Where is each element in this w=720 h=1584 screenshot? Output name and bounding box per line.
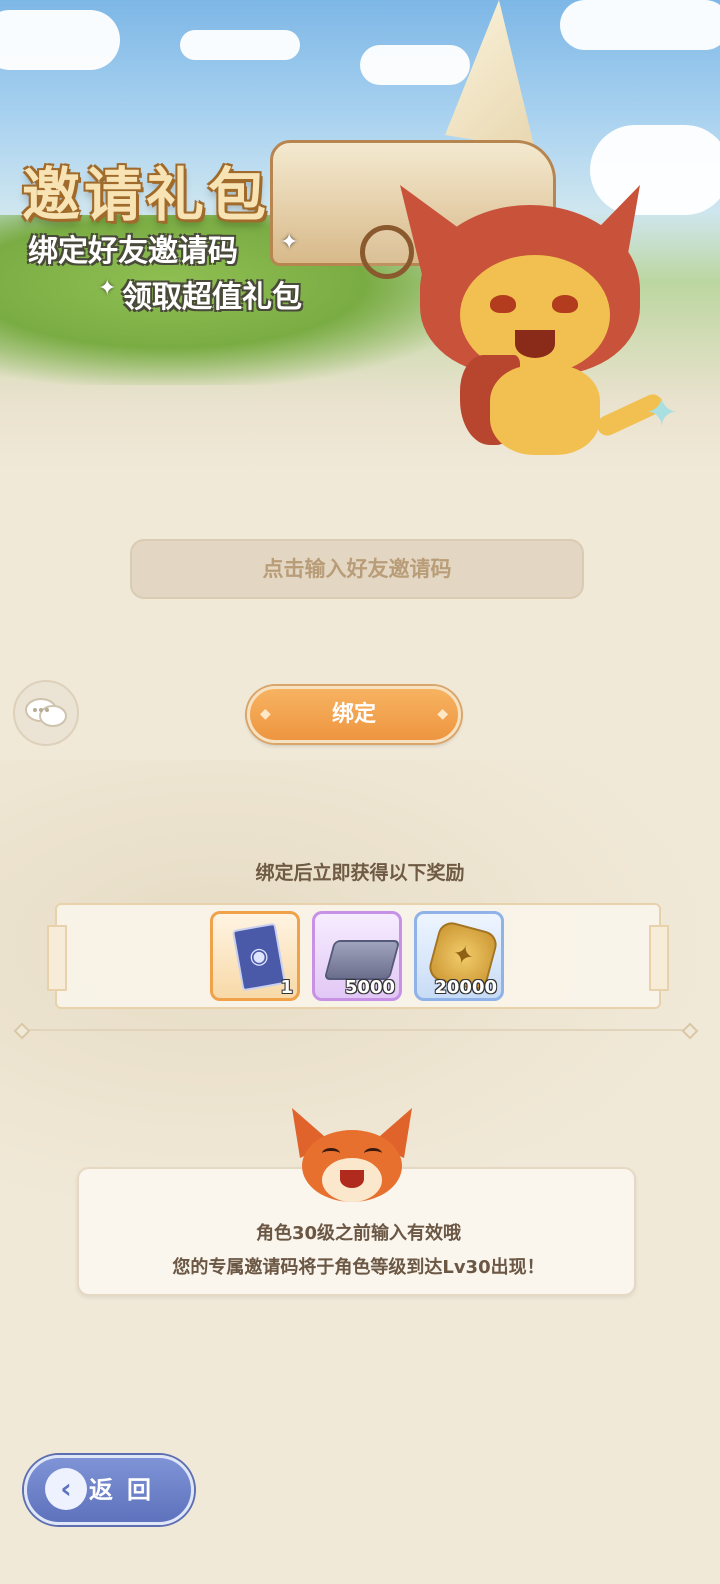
cloud (560, 0, 720, 50)
reward-item[interactable]: ◉ 1 (210, 911, 300, 1001)
subtitle-line-2: 领取超值礼包 (122, 280, 302, 315)
cloud (360, 45, 470, 85)
fox-mascot (292, 1108, 412, 1204)
cloud (0, 10, 120, 70)
fox-mouth (340, 1170, 364, 1188)
rewards-title: 绑定后立即获得以下奖励 (255, 862, 465, 884)
reward-count: 5000 (344, 977, 395, 998)
chat-button[interactable] (13, 680, 79, 746)
reward-item[interactable]: ✦ 20000 (414, 911, 504, 1001)
mascot-mouth (515, 330, 555, 358)
mascot-cat: ✦ (400, 185, 700, 470)
fox-eye (364, 1148, 382, 1159)
cloud (180, 30, 300, 60)
panel-ornament (649, 925, 669, 991)
star-icon: ✦ (645, 390, 679, 436)
reward-count: 20000 (434, 977, 497, 998)
banner: 邀请礼包 绑定好友邀请码 ✦ ✦ 领取超值礼包 ✦ (0, 0, 720, 470)
back-button-label: 返回 (89, 1476, 165, 1504)
silver-ingot-icon (323, 940, 399, 980)
fox-eye (322, 1148, 340, 1159)
page-title: 邀请礼包 (22, 161, 271, 229)
divider (20, 1029, 692, 1031)
sparkle-icon: ✦ (98, 276, 117, 301)
diamond-icon: ◆ (260, 706, 271, 722)
mascot-body (490, 365, 600, 455)
diamond-icon: ◆ (437, 706, 448, 722)
mascot-eye (490, 295, 516, 313)
back-button[interactable]: ‹ 返回 (24, 1455, 194, 1525)
reward-count: 1 (280, 977, 293, 998)
reward-item[interactable]: 5000 (312, 911, 402, 1001)
back-arrow-icon: ‹ (45, 1468, 87, 1510)
subtitle-line-1: 绑定好友邀请码 (28, 234, 238, 269)
invite-code-input[interactable] (130, 539, 584, 599)
card-icon: ◉ (231, 922, 287, 992)
bind-button[interactable]: ◆ 绑定 ◆ (247, 686, 461, 743)
notice-line-1: 角色30级之前输入有效哦 (255, 1223, 462, 1244)
mascot-eye (552, 295, 578, 313)
panel-ornament (47, 925, 67, 991)
notice-line-2: 您的专属邀请码将于角色等级到达Lv30出现！ (172, 1257, 545, 1278)
sparkle-icon: ✦ (280, 230, 299, 255)
bind-button-label: 绑定 (331, 702, 376, 727)
chat-bubbles-icon (25, 698, 67, 727)
